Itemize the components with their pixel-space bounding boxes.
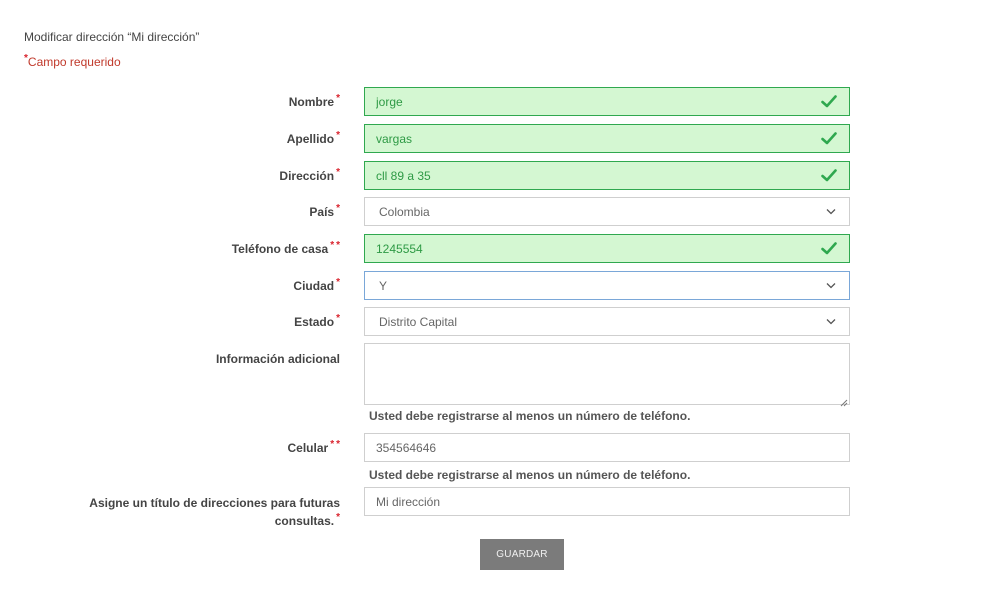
- label-informacion-adicional: Información adicional: [216, 350, 340, 368]
- titulo-direccion-input[interactable]: Mi dirección: [364, 487, 850, 516]
- titulo-direccion-value: Mi dirección: [376, 494, 441, 509]
- label-text: Apellido: [286, 132, 335, 146]
- chevron-down-icon: [824, 205, 838, 219]
- apellido-value: vargas: [376, 131, 413, 146]
- page-title: Modificar dirección “Mi dirección”: [24, 30, 200, 44]
- check-icon: [820, 240, 838, 258]
- label-nombre: Nombre *: [289, 93, 340, 111]
- required-marker: *: [336, 439, 340, 450]
- label-apellido: Apellido *: [287, 130, 340, 148]
- label-text: Información adicional: [215, 352, 340, 366]
- label-text: Estado: [294, 315, 335, 329]
- label-pais: País *: [309, 203, 340, 221]
- estado-select[interactable]: Distrito Capital: [364, 307, 850, 336]
- telefono-casa-input[interactable]: 1245554: [364, 234, 850, 263]
- phone-hint: Usted debe registrarse al menos un númer…: [369, 409, 691, 423]
- required-marker: *: [330, 439, 335, 450]
- check-icon: [820, 93, 838, 111]
- label-text: consultas.: [274, 514, 335, 528]
- celular-value: 354564646: [376, 440, 437, 455]
- label-direccion: Dirección *: [279, 167, 340, 185]
- nombre-input[interactable]: jorge: [364, 87, 850, 116]
- resize-handle-icon[interactable]: [839, 394, 848, 407]
- chevron-down-icon: [824, 279, 838, 293]
- label-text: Celular: [287, 441, 329, 455]
- informacion-adicional-textarea[interactable]: [364, 343, 850, 407]
- label-text: Teléfono de casa: [231, 242, 329, 256]
- required-marker: *: [336, 277, 340, 288]
- required-marker: *: [336, 512, 340, 523]
- check-icon: [820, 167, 838, 185]
- required-marker: *: [330, 240, 335, 251]
- estado-value: Distrito Capital: [379, 314, 458, 329]
- required-marker: *: [336, 93, 340, 104]
- phone-hint: Usted debe registrarse al menos un númer…: [369, 468, 691, 482]
- label-titulo-direccion: Asigne un título de direcciones para fut…: [89, 494, 340, 530]
- label-text: Ciudad: [293, 279, 335, 293]
- label-ciudad: Ciudad *: [293, 277, 340, 295]
- apellido-input[interactable]: vargas: [364, 124, 850, 153]
- label-line: consultas. *: [89, 512, 340, 530]
- required-marker: *: [336, 313, 340, 324]
- chevron-down-icon: [824, 315, 838, 329]
- label-estado: Estado *: [294, 313, 340, 331]
- direccion-value: cll 89 a 35: [376, 168, 431, 183]
- label-celular: Celular * *: [288, 439, 341, 457]
- required-marker: *: [336, 240, 340, 251]
- required-marker: *: [336, 203, 340, 214]
- label-text: Nombre: [288, 95, 335, 109]
- label-line: Asigne un título de direcciones para fut…: [89, 496, 340, 510]
- label-text: Dirección: [279, 169, 335, 183]
- pais-value: Colombia: [379, 204, 430, 219]
- celular-input[interactable]: 354564646: [364, 433, 850, 462]
- nombre-value: jorge: [376, 94, 403, 109]
- pais-select[interactable]: Colombia: [364, 197, 850, 226]
- label-text: País: [309, 205, 335, 219]
- required-marker: *: [336, 167, 340, 178]
- telefono-casa-value: 1245554: [376, 241, 423, 256]
- ciudad-select[interactable]: Y: [364, 271, 850, 300]
- required-marker: *: [336, 130, 340, 141]
- required-note-text: Campo requerido: [27, 55, 121, 69]
- save-button[interactable]: GUARDAR: [480, 539, 564, 570]
- ciudad-value: Y: [379, 278, 388, 293]
- direccion-input[interactable]: cll 89 a 35: [364, 161, 850, 190]
- required-note: *Campo requerido: [24, 54, 121, 70]
- label-telefono-casa: Teléfono de casa * *: [232, 240, 340, 258]
- check-icon: [820, 130, 838, 148]
